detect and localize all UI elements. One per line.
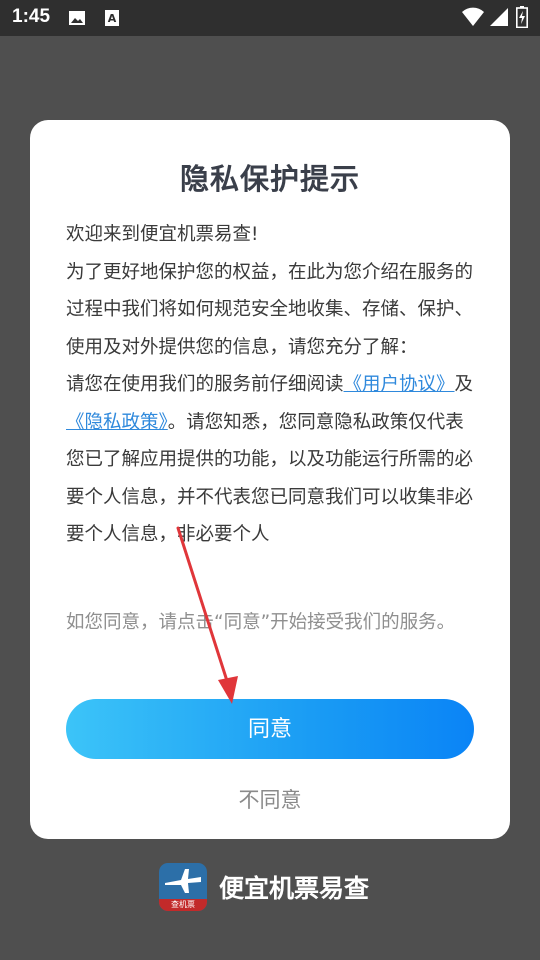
airplane-icon xyxy=(165,869,201,893)
and-text: 及 xyxy=(454,374,474,395)
dialog-title: 隐私保护提示 xyxy=(179,162,360,196)
image-icon xyxy=(68,9,86,31)
agree-button[interactable]: 同意 xyxy=(66,699,474,759)
disagree-button[interactable]: 不同意 xyxy=(30,780,510,820)
wifi-icon xyxy=(462,7,484,31)
notice-prefix: 请您在使用我们的服务前仔细阅读 xyxy=(66,374,344,395)
greeting-text: 欢迎来到便宜机票易查! xyxy=(66,224,259,245)
notice-paragraph: 请您在使用我们的服务前仔细阅读《用户协议》及《隐私政策》。请您知悉，您同意隐私政… xyxy=(66,366,478,554)
signal-icon xyxy=(489,7,509,31)
status-bar: 1:45 A xyxy=(0,0,540,36)
text-a-icon: A xyxy=(104,9,120,31)
status-time: 1:45 xyxy=(12,6,51,27)
privacy-content: 欢迎来到便宜机票易查! 为了更好地保护您的权益，在此为您介绍在服务的过程中我们将… xyxy=(66,216,478,601)
app-logo: 查机票 xyxy=(159,863,207,911)
battery-icon xyxy=(516,6,528,32)
logo-caption: 查机票 xyxy=(159,899,207,911)
consent-text: 如您同意，请点击“同意”开始接受我们的服务。 xyxy=(66,612,456,633)
svg-text:A: A xyxy=(108,12,117,25)
app-name: 便宜机票易查 xyxy=(219,874,370,903)
user-agreement-link[interactable]: 《用户协议》 xyxy=(344,374,455,395)
privacy-dialog: 隐私保护提示 欢迎来到便宜机票易查! 为了更好地保护您的权益，在此为您介绍在服务… xyxy=(30,120,510,839)
privacy-policy-link[interactable]: 《隐私政策》 xyxy=(66,412,168,433)
intro-paragraph: 为了更好地保护您的权益，在此为您介绍在服务的过程中我们将如何规范安全地收集、存储… xyxy=(66,261,474,358)
